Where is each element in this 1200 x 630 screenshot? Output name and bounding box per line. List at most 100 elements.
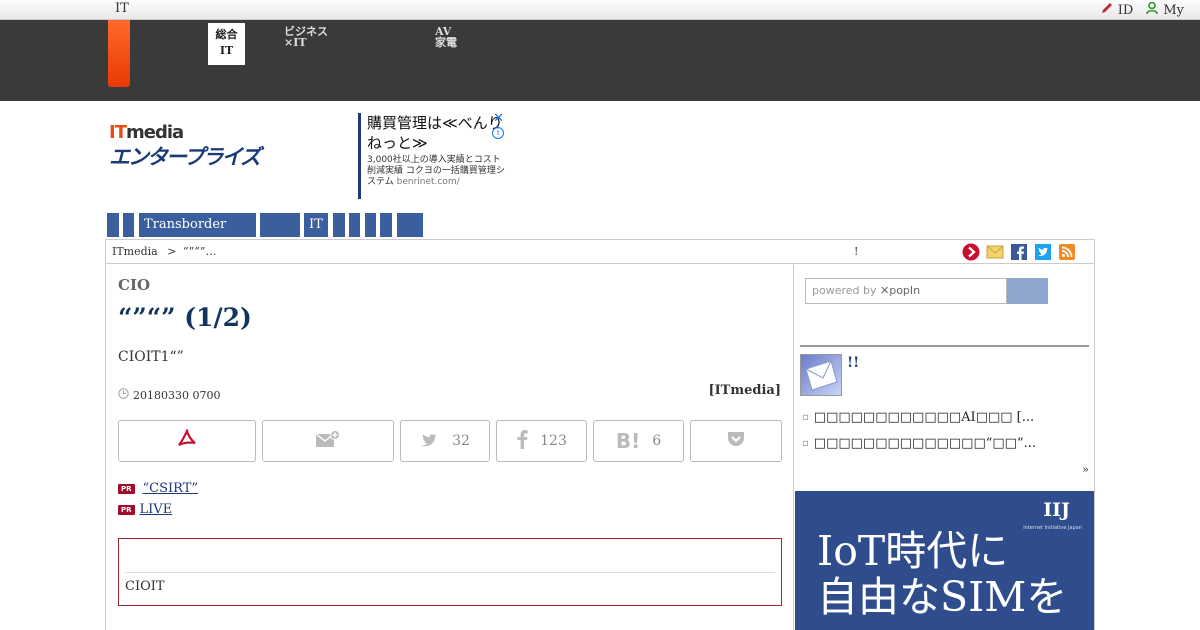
ad-domain: benrinet.com/ [396, 177, 460, 187]
search-placeholder: powered by [812, 284, 877, 297]
pencil-icon [1100, 1, 1114, 19]
twitter-share-icon [420, 431, 440, 452]
cat-tab-10[interactable] [397, 213, 423, 237]
rss-icon[interactable] [1058, 243, 1076, 261]
pr-link-1[interactable]: “CSIRT” [143, 481, 227, 496]
top-it-link[interactable]: IT [115, 1, 129, 16]
nav-item-business-line2: ×IT [284, 36, 307, 49]
cat-tab-4[interactable] [260, 213, 300, 237]
logo-itmedia: ITmedia [109, 122, 314, 143]
hatena-share-button[interactable]: B! 6 [593, 420, 684, 462]
facebook-share-button[interactable]: 123 [496, 420, 587, 462]
banner-brand-sub: Internet Initiative Japan [1023, 525, 1082, 531]
twitter-share-button[interactable]: 32 [400, 420, 490, 462]
twitter-icon[interactable] [1034, 243, 1052, 261]
sidebar-banner-ad[interactable]: IIJ Internet Initiative Japan IoT時代に 自由な… [795, 491, 1094, 630]
brand-marker [108, 20, 130, 87]
mail-add-icon [315, 430, 341, 452]
sidebar: powered by ✕popIn !! ▫ □□□□□□□□□□□□AI□□□… [795, 265, 1094, 630]
newsletter-icon[interactable] [800, 354, 842, 396]
search-input[interactable]: powered by ✕popIn [805, 278, 1007, 304]
sidebar-item-2[interactable]: ▫ □□□□□□□□□□□□□□“□□”... [802, 436, 1036, 451]
sidebar-item-1-label: □□□□□□□□□□□□AI□□□ [... [813, 410, 1035, 425]
article-headline: “”“” (1/2) [118, 303, 252, 332]
nav-item-av[interactable]: AV 家電 [435, 26, 457, 48]
main-frame: ITmedia > “”“”… ! CIO “”“” (1/2) CIOIT1“… [105, 239, 1095, 630]
global-nav: 総合 IT ビジネス ×IT AV 家電 [0, 20, 1200, 101]
facebook-count: 123 [540, 433, 567, 449]
cat-tab-transborder[interactable]: Transborder [139, 213, 256, 237]
user-icon [1145, 1, 1159, 19]
breadcrumb-current: “”“”… [182, 245, 217, 258]
cat-tab-7[interactable] [349, 213, 360, 237]
site-logo[interactable]: ITmedia エンタープライズ [109, 122, 314, 172]
top-right-links: ID My [1100, 1, 1184, 19]
breadcrumb-sep: > [167, 245, 177, 258]
cat-tab-it[interactable]: IT [304, 213, 328, 237]
clock-icon [118, 388, 129, 402]
search-brand: popIn [889, 284, 921, 297]
document-icon: ▫ [802, 412, 809, 423]
cat-tab-2[interactable] [123, 213, 134, 237]
search-button[interactable] [1007, 278, 1048, 304]
banner-line1: IoT時代に [817, 527, 1009, 575]
article-lede: CIOIT1“” [118, 349, 184, 365]
hatena-count: 6 [652, 433, 662, 449]
logo-media: media [125, 122, 184, 143]
nav-item-general-line1: 総合 [215, 28, 238, 41]
ad-info-icon[interactable]: i [492, 127, 504, 139]
nav-item-business[interactable]: ビジネス ×IT [284, 26, 328, 48]
nav-item-av-line2: 家電 [435, 36, 457, 49]
article-dateline: 20180330 0700 [118, 388, 220, 402]
sidebar-more-link[interactable]: » [1082, 463, 1089, 476]
nav-item-general[interactable]: 総合 IT [208, 23, 245, 65]
pr-link-2[interactable]: LIVE [140, 502, 213, 517]
cat-tab-9[interactable] [380, 213, 392, 237]
nav-item-general-line2: IT [219, 44, 234, 57]
breadcrumb-home[interactable]: ITmedia [112, 245, 158, 258]
pdf-icon [176, 427, 198, 453]
mail-icon[interactable] [986, 243, 1004, 261]
cat-tab-6[interactable] [333, 213, 345, 237]
sidebar-divider [800, 345, 1089, 347]
breadcrumb-bar: ITmedia > “”“”… ! [106, 240, 1094, 264]
banner-brand: IIJ [1043, 499, 1070, 521]
pocket-share-button[interactable] [690, 420, 782, 462]
arrow-right-icon[interactable] [962, 243, 980, 261]
article-kicker: CIO [118, 276, 151, 294]
article-column: CIO “”“” (1/2) CIOIT1“” 20180330 0700 [I… [106, 265, 794, 630]
hatena-icon: B! [615, 429, 641, 453]
popin-icon: ✕ [880, 284, 890, 297]
pdf-button[interactable] [118, 420, 256, 462]
ad-headline: 購買管理は≪べんりねっと≫ [367, 114, 503, 152]
my-link-label: My [1163, 2, 1184, 18]
id-link[interactable]: ID [1100, 1, 1134, 19]
sidebar-item-1[interactable]: ▫ □□□□□□□□□□□□AI□□□ [... [802, 410, 1034, 425]
article-source: [ITmedia] [708, 383, 781, 398]
ad-close-icon[interactable]: ✕ [493, 111, 504, 126]
cat-tab-8[interactable] [365, 213, 376, 237]
ad-body: 3,000社以上の導入実績とコスト削減実績 コクヨの一括購買管理システム ben… [367, 155, 506, 188]
pr-item-2[interactable]: PR LIVE [118, 502, 212, 517]
breadcrumb-mark: ! [854, 245, 859, 258]
header-ad[interactable]: 購買管理は≪べんりねっと≫ 3,000社以上の導入実績とコスト削減実績 コクヨの… [358, 111, 506, 199]
info-box-divider [125, 572, 775, 573]
sidebar-item-2-label: □□□□□□□□□□□□□□“□□”... [813, 436, 1036, 451]
my-link[interactable]: My [1145, 1, 1184, 19]
facebook-icon[interactable] [1010, 243, 1028, 261]
article-info-box: CIOIT [118, 538, 782, 606]
id-link-label: ID [1117, 2, 1134, 18]
logo-enterprise: エンタープライズ [109, 145, 261, 169]
top-utility-bar: IT ID My [0, 0, 1200, 20]
sidebar-title: !! [847, 355, 860, 371]
twitter-count: 32 [452, 433, 470, 449]
cat-tab-1[interactable] [107, 213, 119, 237]
mail-share-button[interactable] [262, 420, 394, 462]
info-box-text: CIOIT [125, 579, 165, 594]
document-icon: ▫ [802, 438, 809, 449]
banner-line2: 自由なSIMを [817, 573, 1068, 621]
breadcrumb: ITmedia > “”“”… [112, 245, 216, 258]
pr-badge-2: PR [118, 504, 135, 515]
pr-item-1[interactable]: PR “CSIRT” [118, 481, 226, 496]
facebook-share-icon [516, 429, 528, 453]
